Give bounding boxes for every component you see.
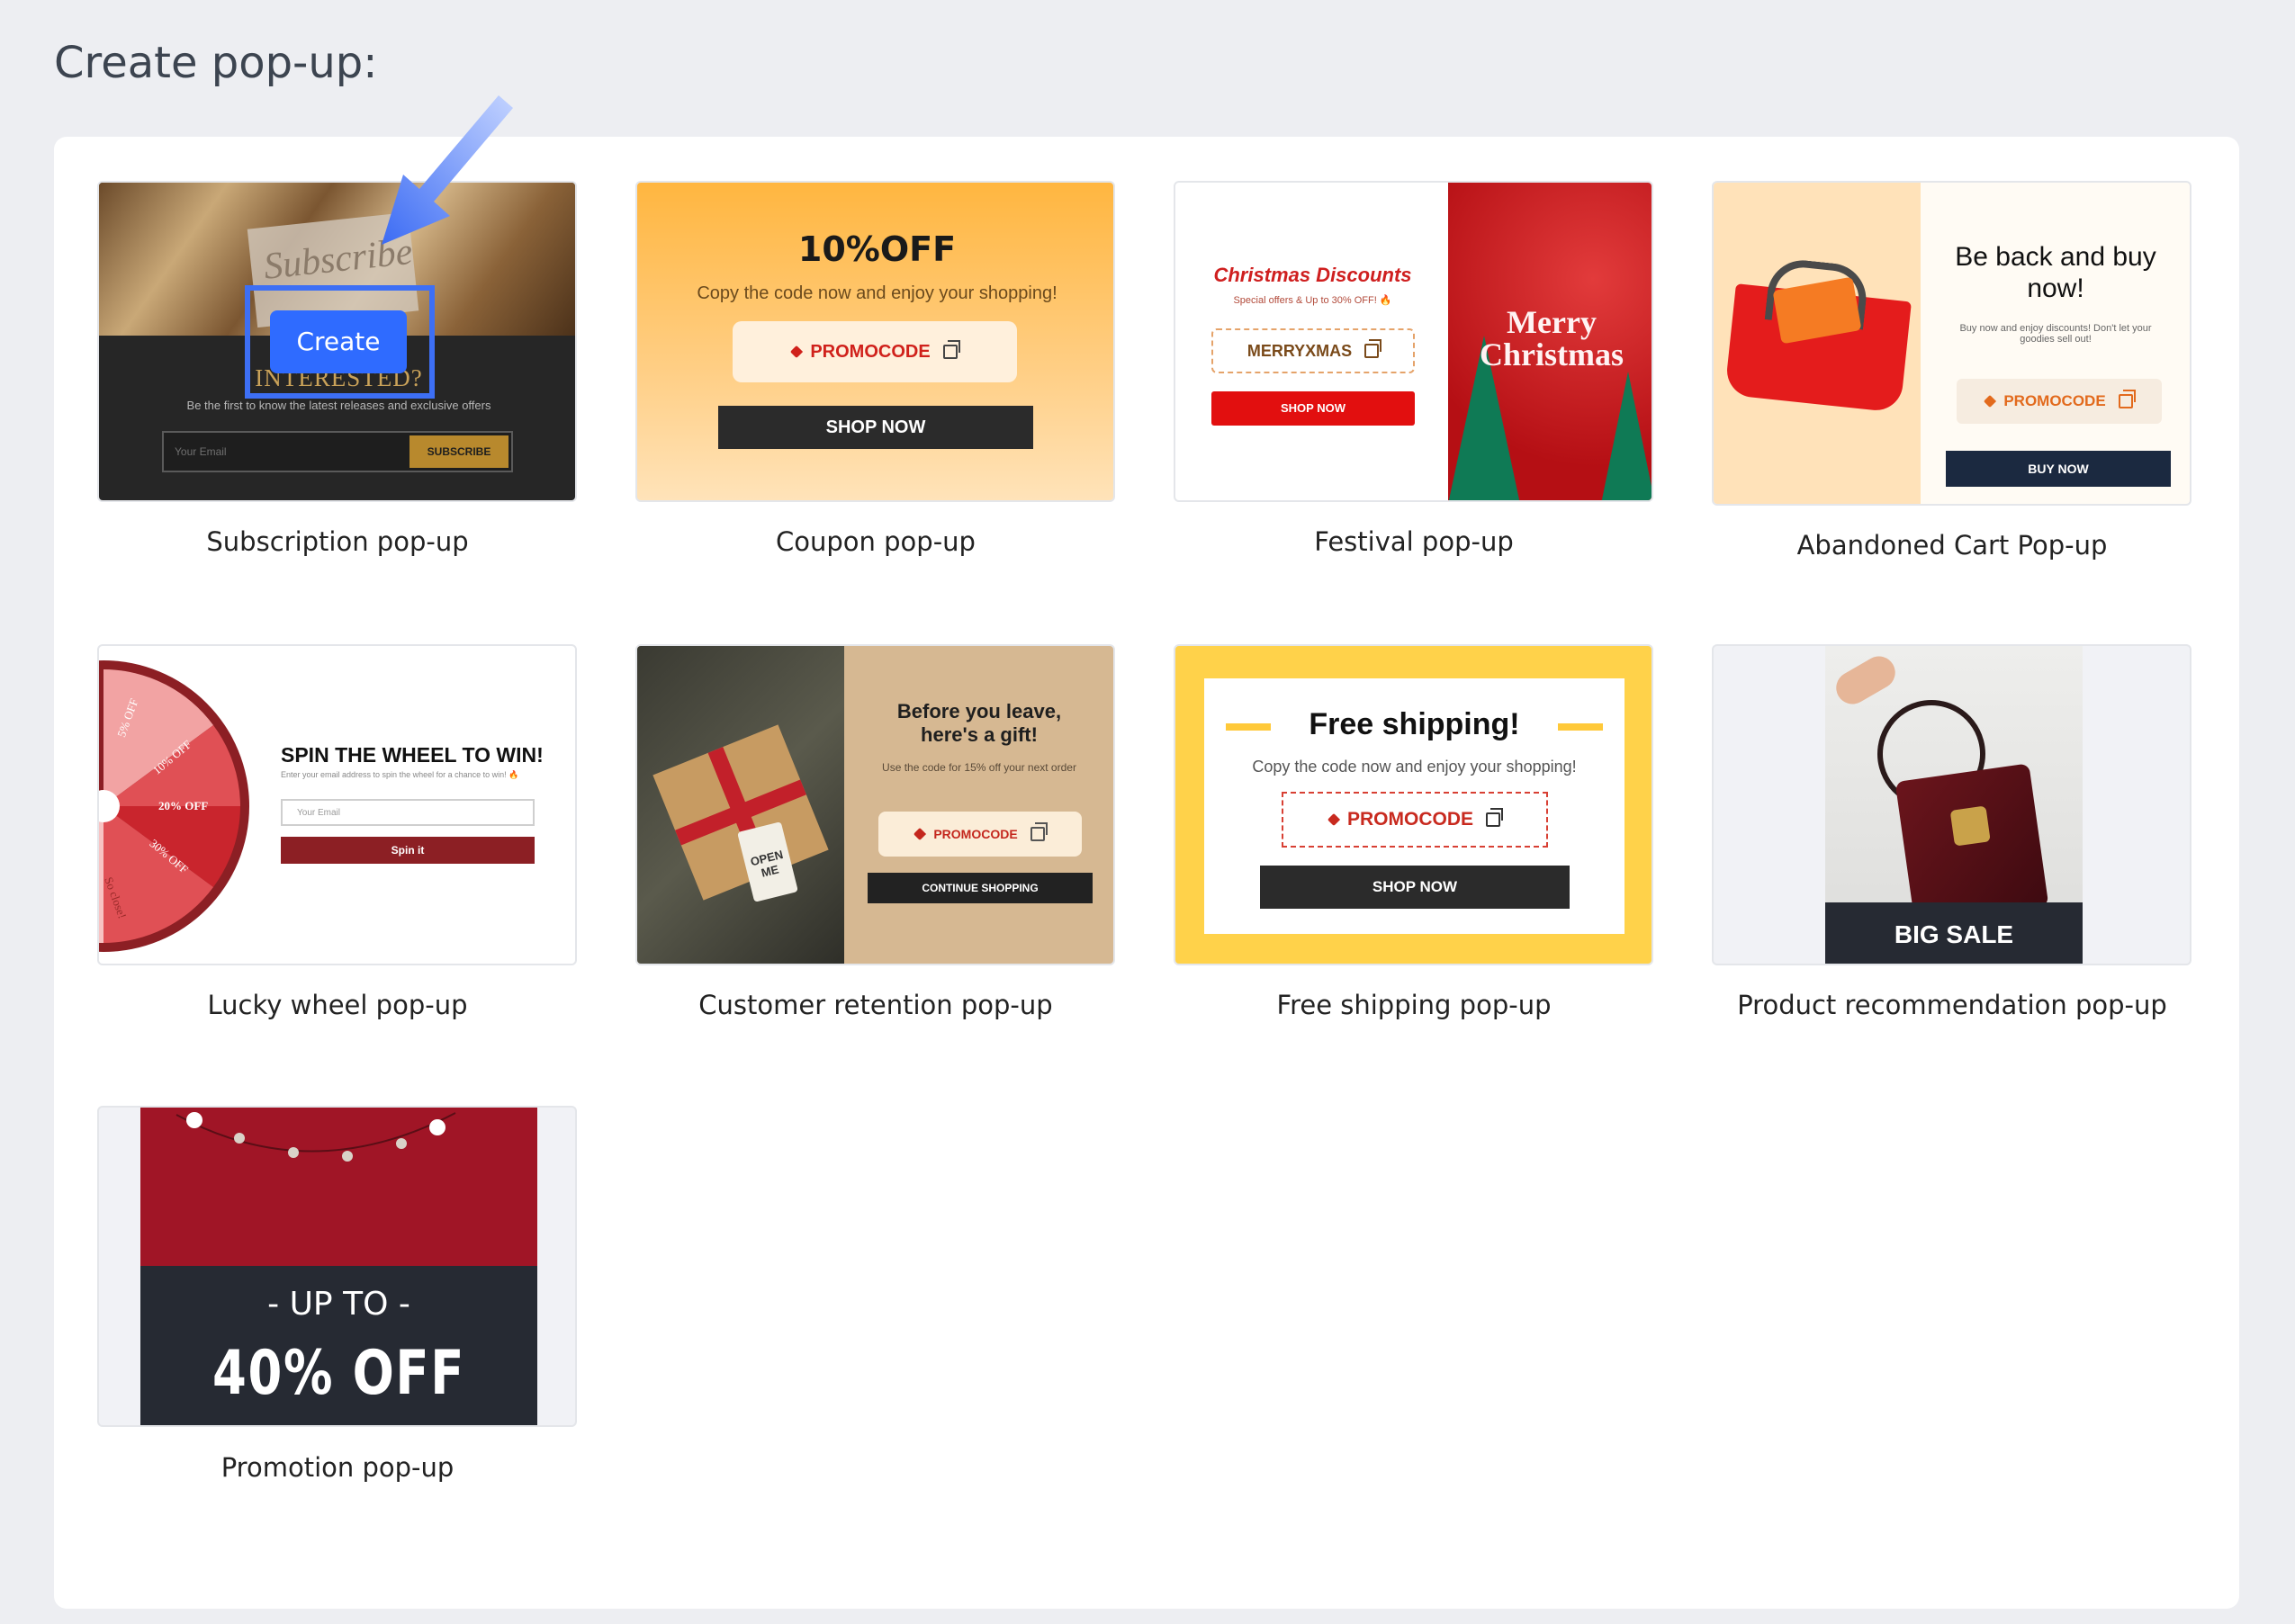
coupon-title: 10%OFF xyxy=(797,229,957,269)
label-abandoned-cart: Abandoned Cart Pop-up xyxy=(1796,530,2108,561)
gift-image: OPEN ME xyxy=(637,646,844,964)
coupon-shop-button[interactable]: SHOP NOW xyxy=(718,406,1033,449)
label-free-shipping: Free shipping pop-up xyxy=(1276,990,1552,1020)
cart-code: PROMOCODE xyxy=(2003,392,2106,409)
copy-icon[interactable] xyxy=(1364,339,1382,358)
shipping-code-ticket[interactable]: PROMOCODE xyxy=(1282,792,1548,848)
email-placeholder: Your Email xyxy=(175,445,227,458)
retention-code: PROMOCODE xyxy=(933,827,1018,841)
product-banner: BIG SALE xyxy=(1825,902,2083,964)
template-card-free-shipping[interactable]: Free shipping! Copy the code now and enj… xyxy=(1174,644,1653,965)
tag-icon xyxy=(1327,812,1341,827)
festival-tree-right xyxy=(1601,372,1652,500)
shipping-inner: Free shipping! Copy the code now and enj… xyxy=(1204,678,1624,934)
wheel-email-input[interactable]: Your Email xyxy=(281,799,535,826)
gift-box xyxy=(652,724,829,901)
template-card-product-recommendation[interactable]: BIG SALE xyxy=(1712,644,2192,965)
festival-title: Christmas Discounts xyxy=(1213,264,1412,286)
festival-image-text-2: Christmas xyxy=(1480,336,1624,372)
retention-continue-button[interactable]: CONTINUE SHOPPING xyxy=(868,873,1093,903)
template-card-lucky-wheel[interactable]: 5% OFF 10% OFF 20% OFF 30% OFF So close!… xyxy=(97,644,577,965)
promotion-line2: 40% OFF xyxy=(212,1338,465,1409)
tag-icon xyxy=(914,827,927,841)
label-promotion: Promotion pop-up xyxy=(220,1452,454,1483)
subscribe-button[interactable]: SUBSCRIBE xyxy=(410,435,508,468)
label-coupon: Coupon pop-up xyxy=(776,526,976,557)
cart-image xyxy=(1714,183,1921,504)
arrow-down-left-icon xyxy=(382,95,513,245)
coupon-subtitle: Copy the code now and enjoy your shoppin… xyxy=(697,283,1058,303)
festival-image: Merry Christmas xyxy=(1448,183,1652,500)
retention-subtitle: Use the code for 15% off your next order xyxy=(882,761,1076,774)
wheel-spin-button[interactable]: Spin it xyxy=(281,837,535,864)
template-card-festival[interactable]: Christmas Discounts Special offers & Up … xyxy=(1174,181,1653,502)
promotion-dark-panel: - UP TO - 40% OFF xyxy=(140,1266,537,1425)
wheel-label-20: 20% OFF xyxy=(158,799,209,812)
shipping-shop-button[interactable]: SHOP NOW xyxy=(1260,866,1570,909)
cart-subtitle: Buy now and enjoy discounts! Don't let y… xyxy=(1959,323,2152,345)
label-customer-retention: Customer retention pop-up xyxy=(698,990,1053,1020)
template-card-customer-retention[interactable]: OPEN ME Before you leave, here's a gift!… xyxy=(635,644,1115,965)
tag-icon xyxy=(1984,394,1997,408)
label-product-recommendation: Product recommendation pop-up xyxy=(1737,990,2167,1020)
label-subscription: Subscription pop-up xyxy=(206,526,469,557)
subscription-subtitle: Be the first to know the latest releases… xyxy=(186,399,491,412)
copy-icon[interactable] xyxy=(942,340,960,359)
shipping-title: Free shipping! xyxy=(1309,707,1520,741)
label-festival: Festival pop-up xyxy=(1314,526,1514,557)
copy-icon[interactable] xyxy=(2118,390,2136,408)
festival-code-ticket[interactable]: MERRYXMAS xyxy=(1211,328,1415,373)
retention-title: Before you leave, here's a gift! xyxy=(896,700,1062,747)
garland-graphic xyxy=(176,1112,456,1162)
promotion-image xyxy=(140,1108,537,1266)
shipping-subtitle: Copy the code now and enjoy your shoppin… xyxy=(1252,758,1577,776)
copy-icon[interactable] xyxy=(1030,822,1048,841)
festival-shop-button[interactable]: SHOP NOW xyxy=(1211,391,1415,426)
template-card-abandoned-cart[interactable]: Be back and buy now! Buy now and enjoy d… xyxy=(1712,181,2192,506)
page-title: Create pop-up: xyxy=(54,38,378,88)
cart-buy-button[interactable]: BUY NOW xyxy=(1946,451,2171,487)
wheel-title: SPIN THE WHEEL TO WIN! xyxy=(281,743,544,767)
tag-icon xyxy=(790,345,804,359)
create-button[interactable]: Create xyxy=(270,310,407,373)
template-panel: Subscribe INTERESTED? Be the first to kn… xyxy=(54,95,2239,1609)
label-lucky-wheel: Lucky wheel pop-up xyxy=(207,990,468,1020)
festival-subtitle: Special offers & Up to 30% OFF! 🔥 xyxy=(1233,295,1392,306)
coupon-code: PROMOCODE xyxy=(810,341,931,362)
product-hand xyxy=(1830,650,1902,711)
email-placeholder: Your Email xyxy=(297,808,340,818)
product-bag xyxy=(1894,763,2049,925)
cart-code-ticket[interactable]: PROMOCODE xyxy=(1957,379,2162,424)
promotion-line1: - UP TO - xyxy=(267,1286,410,1323)
cart-title: Be back and buy now! xyxy=(1955,242,2156,303)
template-card-promotion[interactable]: - UP TO - 40% OFF xyxy=(97,1106,577,1427)
festival-code: MERRYXMAS xyxy=(1246,341,1353,360)
template-card-coupon[interactable]: 10%OFF Copy the code now and enjoy your … xyxy=(635,181,1115,502)
coupon-code-ticket[interactable]: PROMOCODE xyxy=(733,321,1017,382)
subscription-email-input[interactable]: Your Email SUBSCRIBE xyxy=(162,431,513,472)
shipping-code: PROMOCODE xyxy=(1346,809,1473,830)
wheel-subtitle: Enter your email address to spin the whe… xyxy=(281,770,519,779)
retention-code-ticket[interactable]: PROMOCODE xyxy=(878,812,1082,857)
copy-icon[interactable] xyxy=(1486,808,1503,827)
